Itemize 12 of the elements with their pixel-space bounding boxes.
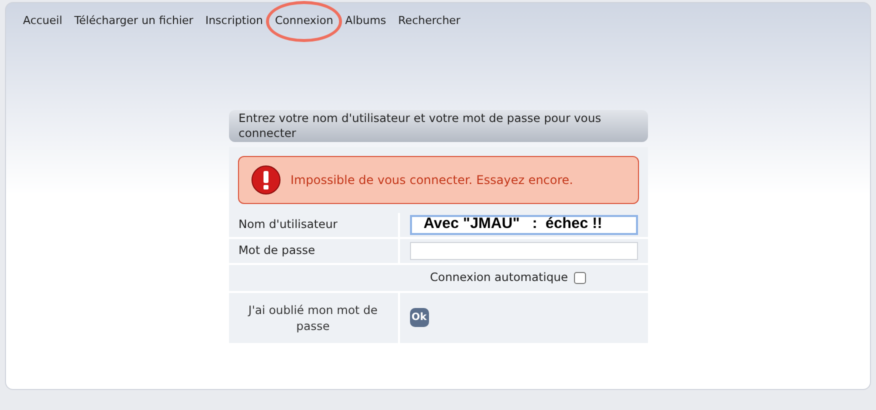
- password-field[interactable]: [410, 242, 638, 260]
- error-message: Impossible de vous connecter. Essayez encore.: [290, 172, 574, 188]
- auto-login-checkbox[interactable]: [574, 272, 586, 284]
- username-field[interactable]: Avec "JMAU" : échec !!: [410, 214, 638, 234]
- forgot-password-label: J'ai oublié mon mot de passe: [246, 302, 379, 334]
- ok-button[interactable]: Ok: [410, 308, 429, 327]
- form-heading: Entrez votre nom d'utilisateur et votre mot de passe pour vous connecter: [228, 110, 648, 142]
- username-label: Nom d'utilisateur: [228, 212, 398, 236]
- nav-link[interactable]: Connexion: [266, 1, 342, 42]
- password-label: Mot de passe: [228, 238, 398, 262]
- warning-icon: [250, 164, 280, 194]
- auto-login-label: Connexion automatique: [430, 268, 568, 286]
